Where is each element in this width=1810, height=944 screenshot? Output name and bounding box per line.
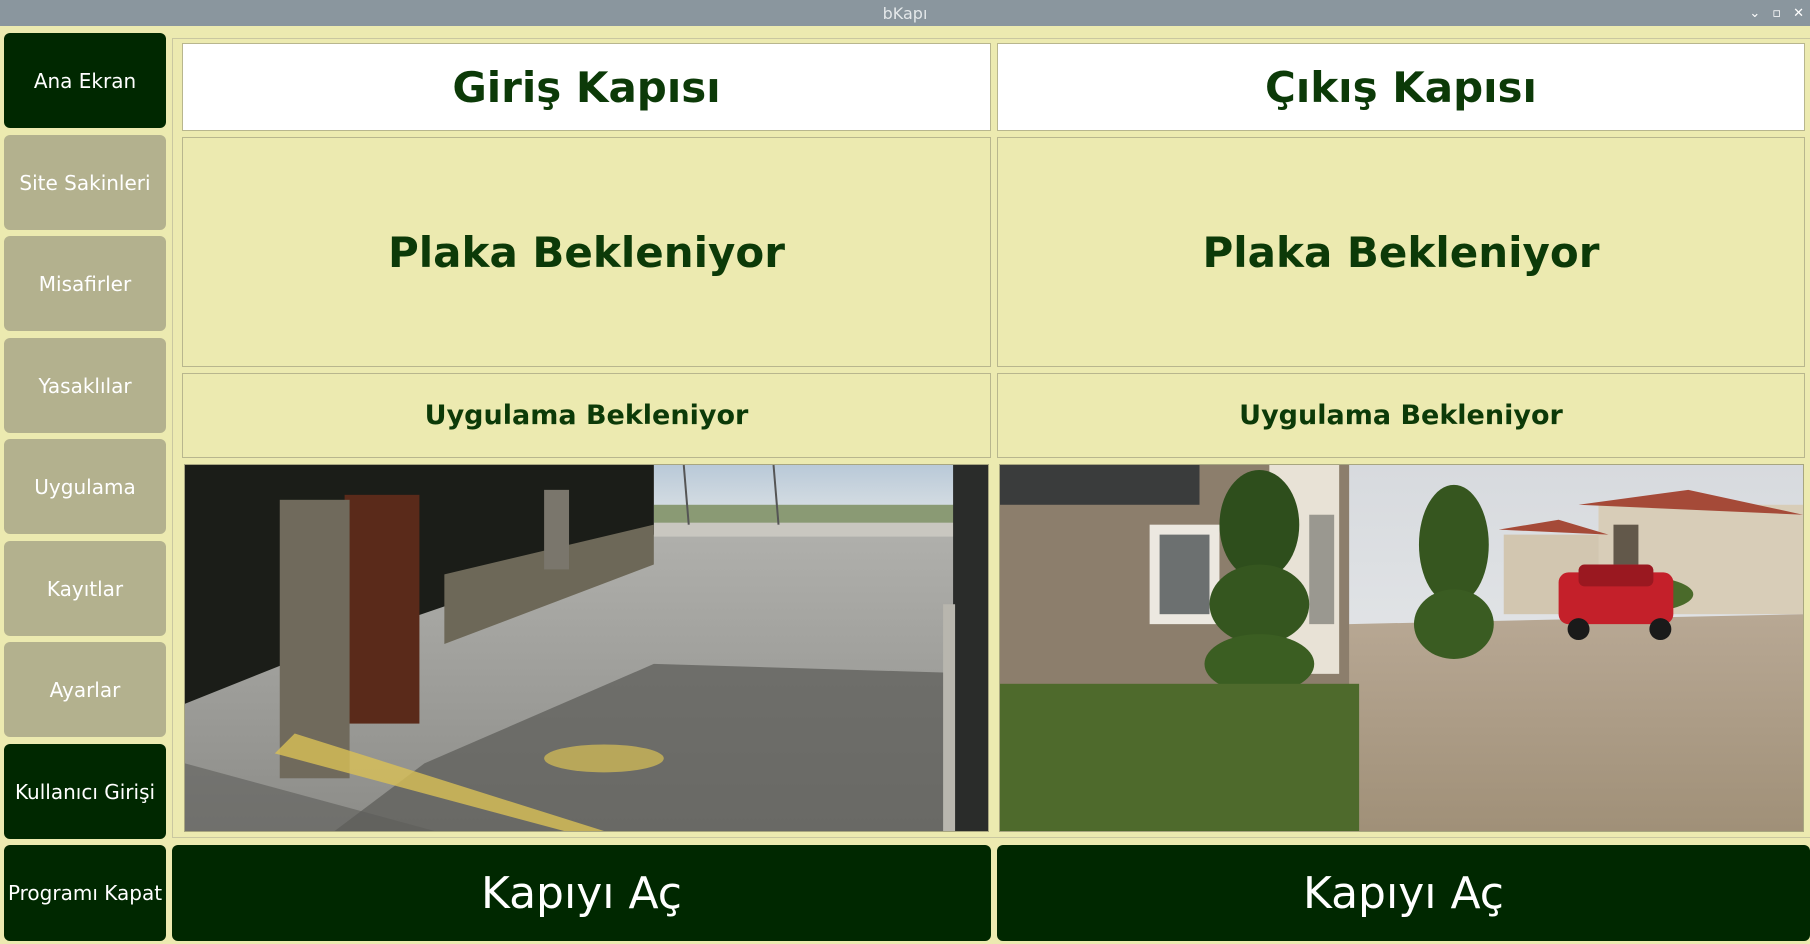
sidebar-item-label: Kayıtlar [46,576,124,601]
sidebar-item-ana-ekran[interactable]: Ana Ekran [4,33,166,128]
exit-camera-feed [999,464,1804,832]
sidebar-item-uygulama[interactable]: Uygulama [4,439,166,534]
exit-plate-status: Plaka Bekleniyor [1202,227,1600,277]
close-icon[interactable]: ✕ [1793,6,1804,21]
maximize-icon[interactable]: ▫ [1772,6,1781,21]
entrance-app-status: Uygulama Bekleniyor [424,400,749,431]
entrance-plate-status: Plaka Bekleniyor [388,227,785,277]
sidebar-item-label: Yasaklılar [38,373,132,398]
sidebar-item-label: Ayarlar [49,677,121,702]
exit-open-gate-button[interactable]: Kapıyı Aç [997,845,1810,941]
entrance-plate-panel: Plaka Bekleniyor [182,137,991,367]
sidebar-item-ayarlar[interactable]: Ayarlar [4,642,166,737]
sidebar-item-kayitlar[interactable]: Kayıtlar [4,541,166,636]
exit-plate-panel: Plaka Bekleniyor [997,137,1805,367]
exit-open-gate-label: Kapıyı Aç [1303,867,1504,919]
exit-camera-image [1000,465,1803,831]
entrance-gate-title: Giriş Kapısı [452,62,721,112]
window-titlebar: bKapı ⌄ ▫ ✕ [0,0,1810,26]
sidebar-item-label: Ana Ekran [33,68,137,93]
sidebar-item-kullanici-girisi[interactable]: Kullanıcı Girişi [4,744,166,839]
exit-gate-header: Çıkış Kapısı [997,43,1805,131]
entrance-open-gate-button[interactable]: Kapıyı Aç [172,845,991,941]
sidebar-item-label: Misafirler [38,271,132,296]
exit-app-status-panel: Uygulama Bekleniyor [997,373,1805,458]
sidebar-item-programi-kapat[interactable]: Programı Kapat [4,845,166,941]
entrance-camera-feed [184,464,989,832]
sidebar-item-label: Programı Kapat [7,881,163,905]
sidebar-item-site-sakinleri[interactable]: Site Sakinleri [4,135,166,230]
sidebar-item-yasaklilar[interactable]: Yasaklılar [4,338,166,433]
entrance-open-gate-label: Kapıyı Aç [481,867,682,919]
exit-gate-title: Çıkış Kapısı [1265,62,1537,112]
minimize-icon[interactable]: ⌄ [1749,6,1760,21]
entrance-app-status-panel: Uygulama Bekleniyor [182,373,991,458]
entrance-camera-image [185,465,988,831]
sidebar-item-misafirler[interactable]: Misafirler [4,236,166,331]
sidebar-item-label: Site Sakinleri [19,170,151,195]
exit-app-status: Uygulama Bekleniyor [1239,400,1563,431]
window-title: bKapı [882,3,928,23]
window-controls: ⌄ ▫ ✕ [1749,0,1804,26]
sidebar-item-label: Uygulama [34,474,136,499]
sidebar-item-label: Kullanıcı Girişi [14,779,156,804]
entrance-gate-header: Giriş Kapısı [182,43,991,131]
